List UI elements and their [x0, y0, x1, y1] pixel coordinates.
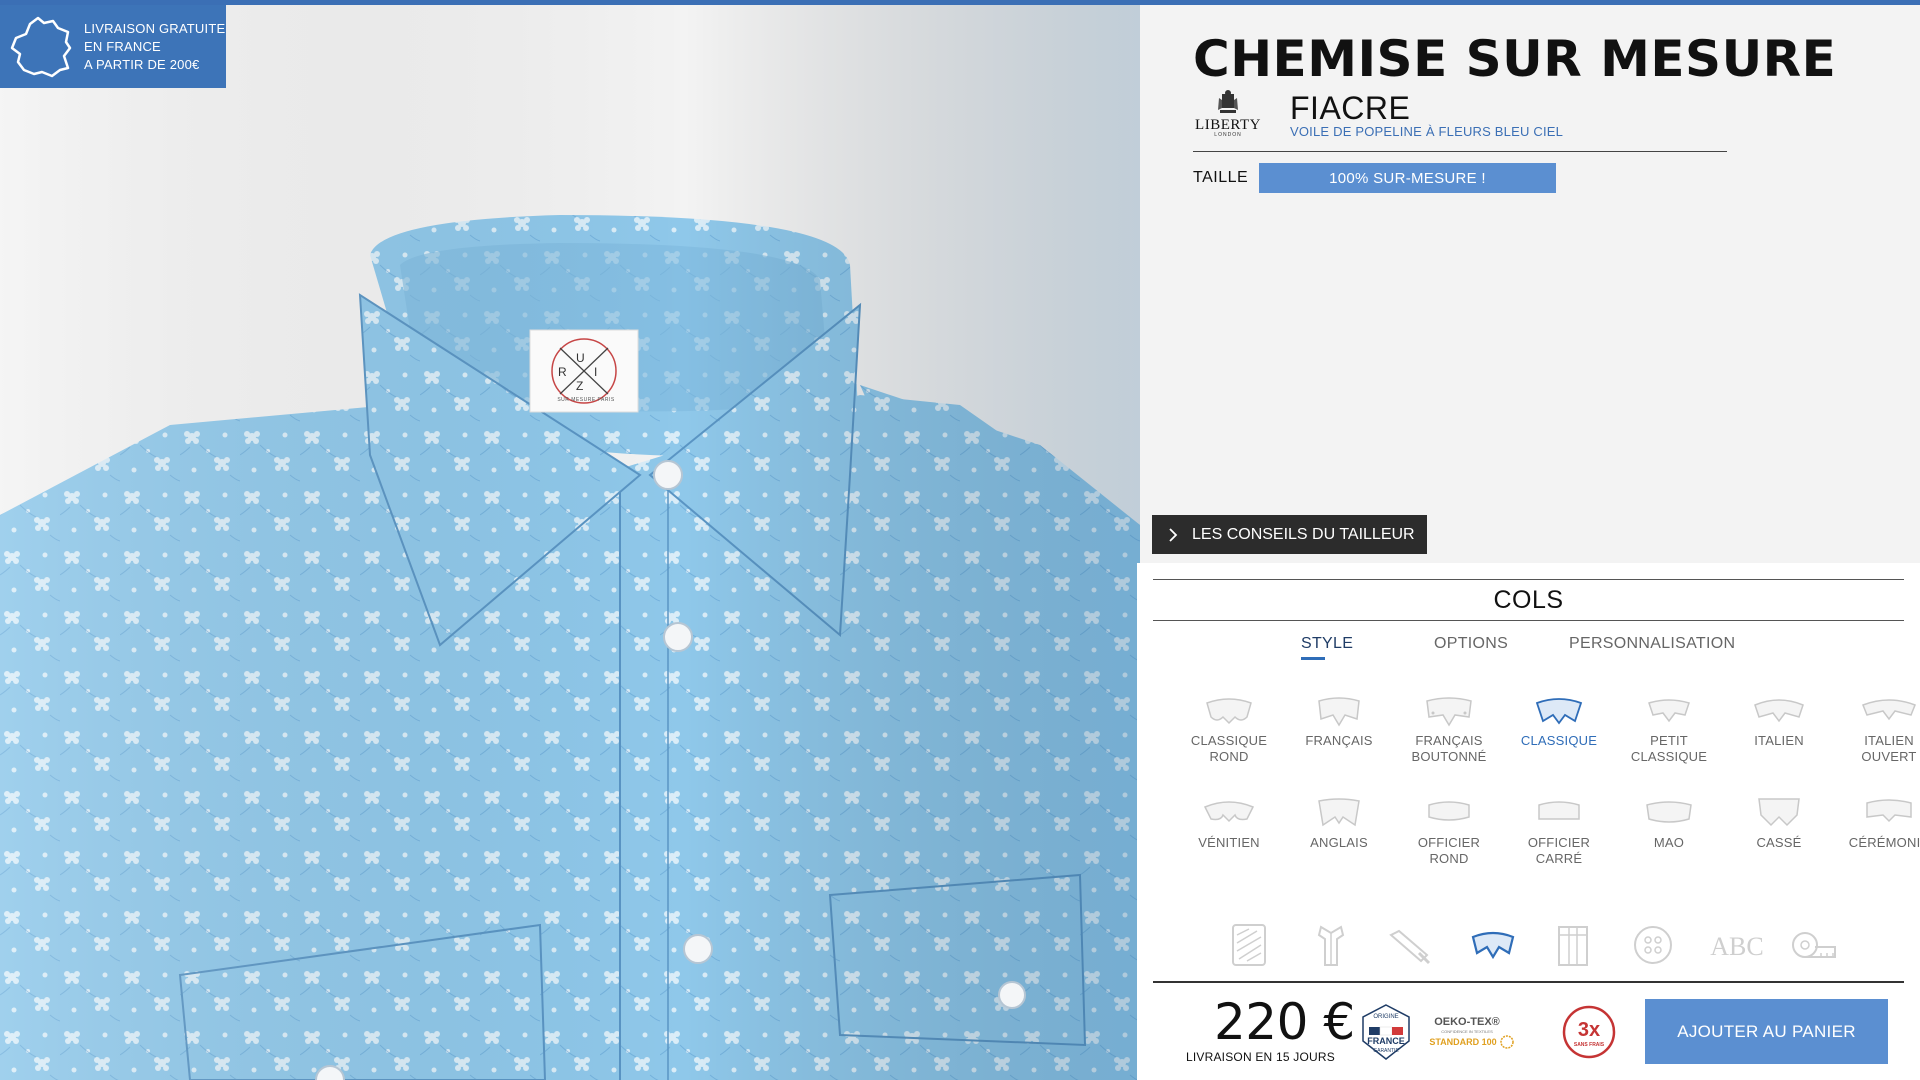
fabric-swatch-icon[interactable]: [1225, 921, 1273, 969]
collar-classique-rond[interactable]: CLASSIQUE ROND: [1174, 693, 1284, 765]
collar-icon: [1318, 697, 1360, 727]
price: 220 €: [1214, 993, 1355, 1051]
liberty-logo: LIBERTY LONDON: [1193, 88, 1263, 148]
fabric-description: VOILE DE POPELINE À FLEURS BLEU CIEL: [1290, 124, 1564, 139]
fabric-name: FIACRE: [1290, 90, 1411, 126]
collar-icon: [1866, 799, 1912, 823]
collar-petit-classique[interactable]: PETIT CLASSIQUE: [1614, 693, 1724, 765]
collar-icon: [1538, 801, 1580, 820]
liberty-crest-icon: [1218, 90, 1238, 113]
collar-icon: [1535, 698, 1583, 725]
collar-officier-carre[interactable]: OFFICIER CARRÉ: [1504, 795, 1614, 867]
size-selector[interactable]: 100% SUR-MESURE !: [1259, 163, 1556, 193]
collar-casse[interactable]: CASSÉ: [1724, 795, 1834, 851]
tab-options[interactable]: OPTIONS: [1434, 635, 1508, 653]
collar-category-icon[interactable]: [1469, 921, 1517, 969]
panel-title: COLS: [1493, 585, 1564, 614]
brand-name: LIBERTY: [1195, 117, 1261, 133]
collar-icon: [1646, 801, 1692, 823]
collar-icon: [1862, 699, 1916, 721]
collar-ceremonie[interactable]: CÉRÉMONIE: [1834, 795, 1920, 851]
tab-personnalisation[interactable]: PERSONNALISATION: [1569, 635, 1735, 653]
customization-panel: COLS STYLE OPTIONS PERSONNALISATION CLAS…: [1137, 563, 1920, 1080]
tailor-advice-label: LES CONSEILS DU TAILLEUR: [1192, 525, 1415, 543]
collar-venitien[interactable]: VÉNITIEN: [1174, 795, 1284, 851]
size-row: TAILLE 100% SUR-MESURE !: [1193, 163, 1556, 193]
collar-icon: [1206, 698, 1252, 725]
fabric-info: LIBERTY LONDON FIACRE VOILE DE POPELINE …: [1193, 88, 1727, 152]
tab-style[interactable]: STYLE: [1301, 635, 1353, 660]
collar-francais[interactable]: FRANÇAIS: [1284, 693, 1394, 749]
panel-tabs: STYLE OPTIONS PERSONNALISATION: [1153, 635, 1904, 665]
collar-icon: [1758, 798, 1800, 827]
button-icon[interactable]: [1629, 921, 1677, 969]
add-to-cart-button[interactable]: AJOUTER AU PANIER: [1645, 999, 1888, 1064]
delivery-time: LIVRAISON EN 15 JOURS: [1186, 1050, 1335, 1064]
collar-icon: [1203, 801, 1255, 823]
collar-icon: [1318, 798, 1360, 827]
svg-text:ORIGINE: ORIGINE: [1373, 1014, 1398, 1020]
monogram-icon[interactable]: ABC: [1709, 921, 1765, 969]
svg-text:ABC: ABC: [1710, 932, 1763, 961]
size-label: TAILLE: [1193, 169, 1249, 186]
svg-text:GARANTIE: GARANTIE: [1373, 1048, 1399, 1054]
tailor-advice-button[interactable]: LES CONSEILS DU TAILLEUR: [1152, 515, 1427, 554]
collar-icon: [1754, 699, 1804, 723]
chevron-right-icon: [1169, 527, 1178, 542]
payment-3x-badge: 3x SANS FRAIS: [1561, 1004, 1617, 1060]
svg-text:SANS FRAIS: SANS FRAIS: [1574, 1042, 1605, 1048]
france-map-icon: [10, 16, 72, 77]
collar-classique[interactable]: CLASSIQUE: [1504, 693, 1614, 749]
collar-icon: [1426, 697, 1472, 727]
shipping-line-1: LIVRAISON GRATUITE: [84, 20, 226, 36]
origine-france-badge: ORIGINE FRANCE GARANTIE: [1359, 1001, 1413, 1063]
shirt-label-tagline: SUR MESURE PARIS: [557, 397, 615, 403]
free-shipping-badge: LIVRAISON GRATUITE EN FRANCE A PARTIR DE…: [0, 5, 226, 88]
collar-anglais[interactable]: ANGLAIS: [1284, 795, 1394, 851]
customization-categories: ABC: [1137, 915, 1920, 975]
collar-icon: [1648, 699, 1690, 723]
measuring-tape-icon[interactable]: [1789, 921, 1837, 969]
svg-text:STANDARD 100: STANDARD 100: [1429, 1037, 1496, 1047]
shipping-line-3: A PARTIR DE 200€: [84, 56, 200, 72]
svg-text:CONFIDENCE IN TEXTILES: CONFIDENCE IN TEXTILES: [1441, 1029, 1493, 1034]
shipping-text: LIVRAISON GRATUITE EN FRANCE A PARTIR DE…: [84, 20, 225, 74]
collar-icon: [1428, 801, 1470, 821]
shirt-fit-icon[interactable]: [1307, 921, 1355, 969]
collar-italien-ouvert[interactable]: ITALIEN OUVERT: [1834, 693, 1920, 765]
svg-text:FRANCE: FRANCE: [1367, 1036, 1405, 1046]
shirt-preview: R U I Z SUR MESURE PARIS: [0, 5, 1140, 1080]
collar-mao[interactable]: MAO: [1614, 795, 1724, 851]
oeko-tex-badge: OEKO-TEX® CONFIDENCE IN TEXTILES STANDAR…: [1427, 1001, 1517, 1063]
shipping-line-2: EN FRANCE: [84, 38, 161, 54]
panel-header: COLS: [1153, 579, 1904, 621]
collar-italien[interactable]: ITALIEN: [1724, 693, 1834, 749]
footer-divider: [1153, 981, 1904, 983]
placket-icon[interactable]: [1549, 921, 1597, 969]
svg-text:OEKO-TEX®: OEKO-TEX®: [1434, 1016, 1500, 1028]
svg-text:3x: 3x: [1578, 1019, 1600, 1041]
sleeve-icon[interactable]: [1387, 921, 1435, 969]
collar-officier-rond[interactable]: OFFICIER ROND: [1394, 795, 1504, 867]
collar-francais-boutonne[interactable]: FRANÇAIS BOUTONNÉ: [1394, 693, 1504, 765]
product-title: CHEMISE SUR MESURE: [1193, 30, 1837, 88]
